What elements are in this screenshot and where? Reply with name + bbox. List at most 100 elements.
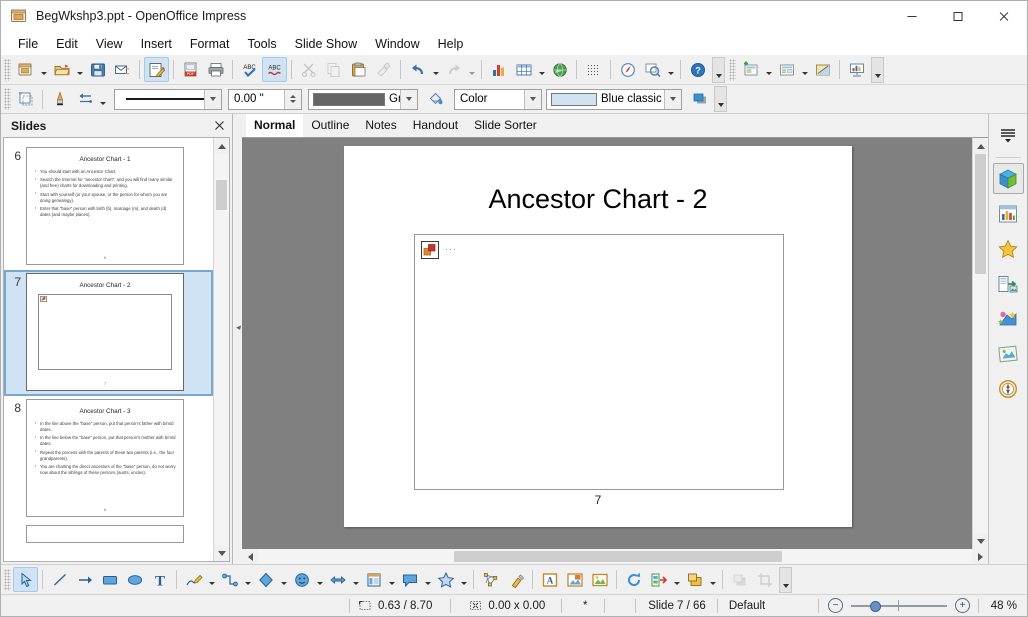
open-document-icon[interactable] (49, 57, 74, 82)
slide-canvas[interactable]: Ancestor Chart - 2 ··· 7 (242, 137, 972, 549)
copy-icon[interactable] (321, 57, 346, 82)
sidebar-item-gallery-charts[interactable] (993, 198, 1024, 229)
connector-dropdown-icon[interactable] (242, 567, 253, 592)
ole-object-icon[interactable] (421, 241, 439, 259)
slides-scroll-up-icon[interactable] (214, 138, 229, 154)
zoom-out-button[interactable]: − (828, 598, 843, 613)
ellipse-icon[interactable] (122, 567, 147, 592)
slides-panel-close-icon[interactable] (210, 117, 228, 135)
curve-icon[interactable] (181, 567, 206, 592)
stars-dropdown-icon[interactable] (458, 567, 469, 592)
zoom-in-button[interactable]: + (955, 598, 970, 613)
block-arrows-dropdown-icon[interactable] (350, 567, 361, 592)
basic-shapes-dropdown-icon[interactable] (278, 567, 289, 592)
slide-thumbnail-8[interactable]: 8 Ancestor Chart - 3 In the line above t… (4, 396, 213, 522)
zoom-slider[interactable] (851, 598, 947, 613)
symbol-shapes-icon[interactable] (289, 567, 314, 592)
sidebar-item-navigator[interactable] (993, 373, 1024, 404)
cut-icon[interactable] (296, 57, 321, 82)
new-slide-icon[interactable] (738, 57, 763, 82)
start-slideshow-icon[interactable] (844, 57, 869, 82)
shadow-toggle-icon[interactable] (727, 567, 752, 592)
line-style-dropdown-icon[interactable] (204, 89, 221, 109)
new-document-dropdown-icon[interactable] (38, 57, 49, 82)
line-ends-with-arrow-icon[interactable] (72, 567, 97, 592)
insert-table-dropdown-icon[interactable] (536, 57, 547, 82)
tab-outline[interactable]: Outline (303, 114, 357, 137)
canvas-horizontal-scrollbar[interactable] (242, 549, 988, 564)
tab-notes[interactable]: Notes (357, 114, 404, 137)
menu-tools[interactable]: Tools (238, 35, 285, 53)
menu-format[interactable]: Format (181, 35, 239, 53)
fontwork-icon[interactable]: A (537, 567, 562, 592)
fill-color-dropdown-icon[interactable] (664, 89, 681, 109)
arrow-style-dropdown-icon[interactable] (97, 87, 108, 112)
rectangle-icon[interactable] (97, 567, 122, 592)
crop-image-icon[interactable] (752, 567, 777, 592)
slides-scroll-thumb[interactable] (216, 180, 227, 210)
flowchart-dropdown-icon[interactable] (386, 567, 397, 592)
connector-icon[interactable] (217, 567, 242, 592)
undo-dropdown-icon[interactable] (430, 57, 441, 82)
slide-thumbnail-list[interactable]: 6 Ancestor Chart - 1 You should start wi… (4, 138, 213, 561)
line-width-spinbox[interactable]: 0.00 " (228, 88, 302, 110)
help-icon[interactable]: ? (685, 57, 710, 82)
slides-scroll-down-icon[interactable] (214, 545, 229, 561)
close-button[interactable] (981, 1, 1027, 32)
position-and-size-icon[interactable] (13, 87, 38, 112)
text-box-icon[interactable]: T (147, 567, 172, 592)
canvas-scroll-right-icon[interactable] (972, 552, 988, 561)
minimize-button[interactable] (889, 1, 935, 32)
slide-thumbnail-7[interactable]: 7 Ancestor Chart - 2 7 (4, 270, 213, 396)
line-color-combo[interactable]: Gray 6 (308, 88, 418, 110)
drawing-toolbar-grip[interactable] (4, 568, 11, 591)
canvas-vscroll-thumb[interactable] (975, 154, 986, 274)
slide-content-placeholder[interactable]: ··· (414, 234, 784, 490)
arrange-icon[interactable] (682, 567, 707, 592)
image-gallery-icon[interactable] (587, 567, 612, 592)
slides-scroll-track[interactable] (214, 154, 229, 545)
export-pdf-icon[interactable]: PDF (178, 57, 203, 82)
slides-panel-scrollbar[interactable] (213, 138, 229, 561)
insert-table-icon[interactable] (511, 57, 536, 82)
menu-view[interactable]: View (87, 35, 132, 53)
slide-thumbnail-9-image[interactable] (26, 525, 184, 543)
autospellcheck-icon[interactable]: ABC (262, 57, 287, 82)
slide-thumbnail-6-image[interactable]: Ancestor Chart - 1 You should start with… (26, 147, 184, 265)
menu-edit[interactable]: Edit (47, 35, 87, 53)
toolbar-grip[interactable] (4, 58, 11, 81)
slide-layout-icon[interactable] (774, 57, 799, 82)
new-document-icon[interactable] (13, 57, 38, 82)
zoom-slider-handle[interactable] (870, 601, 881, 612)
spelling-icon[interactable]: ABC (237, 57, 262, 82)
line-color-icon[interactable] (47, 87, 72, 112)
arrow-style-icon[interactable] (72, 87, 97, 112)
slide-thumbnail-8-image[interactable]: Ancestor Chart - 3 In the line above the… (26, 399, 184, 517)
sidebar-item-styles[interactable] (993, 233, 1024, 264)
panel-splitter-left[interactable]: ◂ (233, 114, 242, 564)
callouts-icon[interactable] (397, 567, 422, 592)
alignment-dropdown-icon[interactable] (671, 567, 682, 592)
menu-window[interactable]: Window (366, 35, 428, 53)
points-icon[interactable] (478, 567, 503, 592)
sidebar-item-custom-animation[interactable] (993, 303, 1024, 334)
callouts-dropdown-icon[interactable] (422, 567, 433, 592)
canvas-scroll-down-icon[interactable] (973, 533, 988, 549)
menu-help[interactable]: Help (429, 35, 473, 53)
from-file-icon[interactable] (562, 567, 587, 592)
open-document-dropdown-icon[interactable] (74, 57, 85, 82)
flowchart-icon[interactable] (361, 567, 386, 592)
undo-icon[interactable] (405, 57, 430, 82)
presentation-toolbar-overflow-icon[interactable] (871, 56, 884, 83)
canvas-hscroll-thumb[interactable] (454, 551, 782, 562)
stars-icon[interactable] (433, 567, 458, 592)
slide-page[interactable]: Ancestor Chart - 2 ··· 7 (344, 146, 852, 527)
slide-thumbnail-9[interactable] (4, 522, 213, 548)
zoom-dropdown-icon[interactable] (665, 57, 676, 82)
print-file-icon[interactable] (203, 57, 228, 82)
tab-handout[interactable]: Handout (405, 114, 466, 137)
paste-icon[interactable] (346, 57, 371, 82)
sidebar-item-properties[interactable] (992, 163, 1024, 194)
curve-dropdown-icon[interactable] (206, 567, 217, 592)
save-document-icon[interactable] (85, 57, 110, 82)
